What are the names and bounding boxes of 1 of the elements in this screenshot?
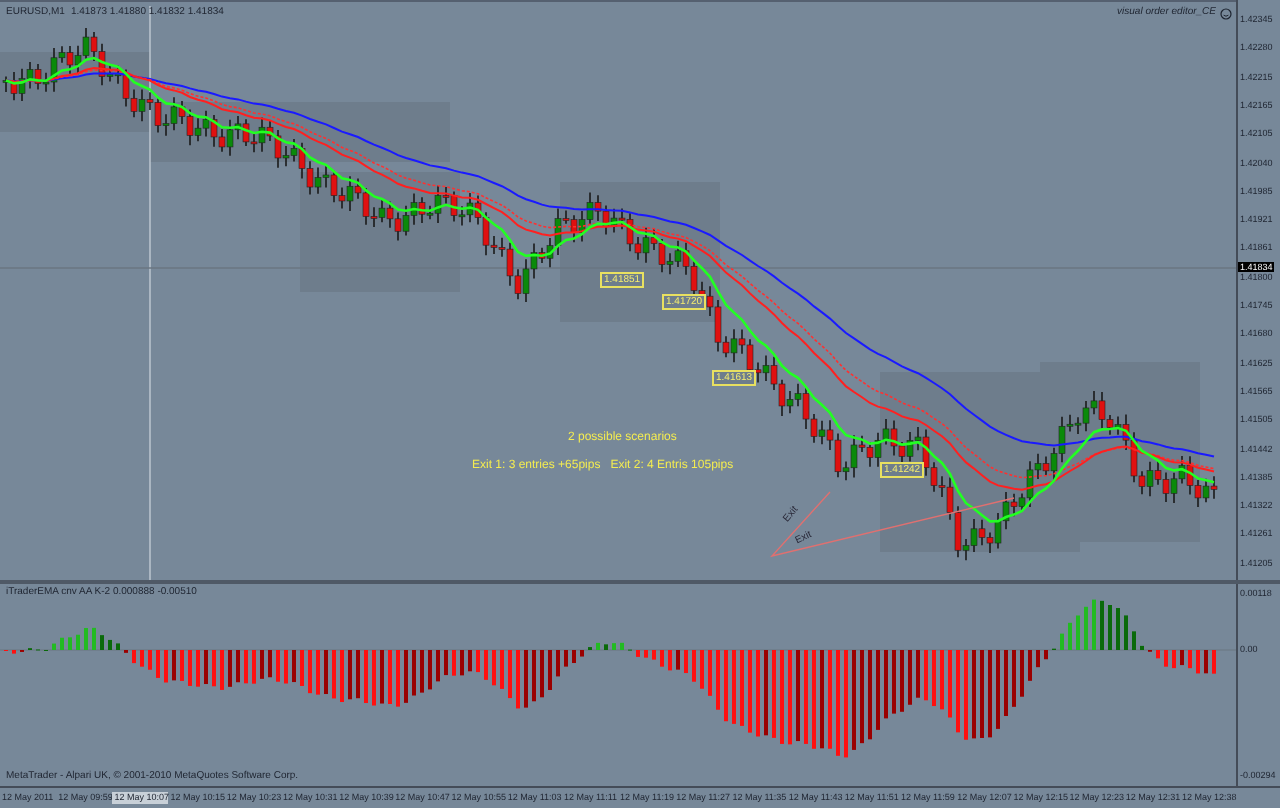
smiley-icon	[1220, 7, 1232, 20]
